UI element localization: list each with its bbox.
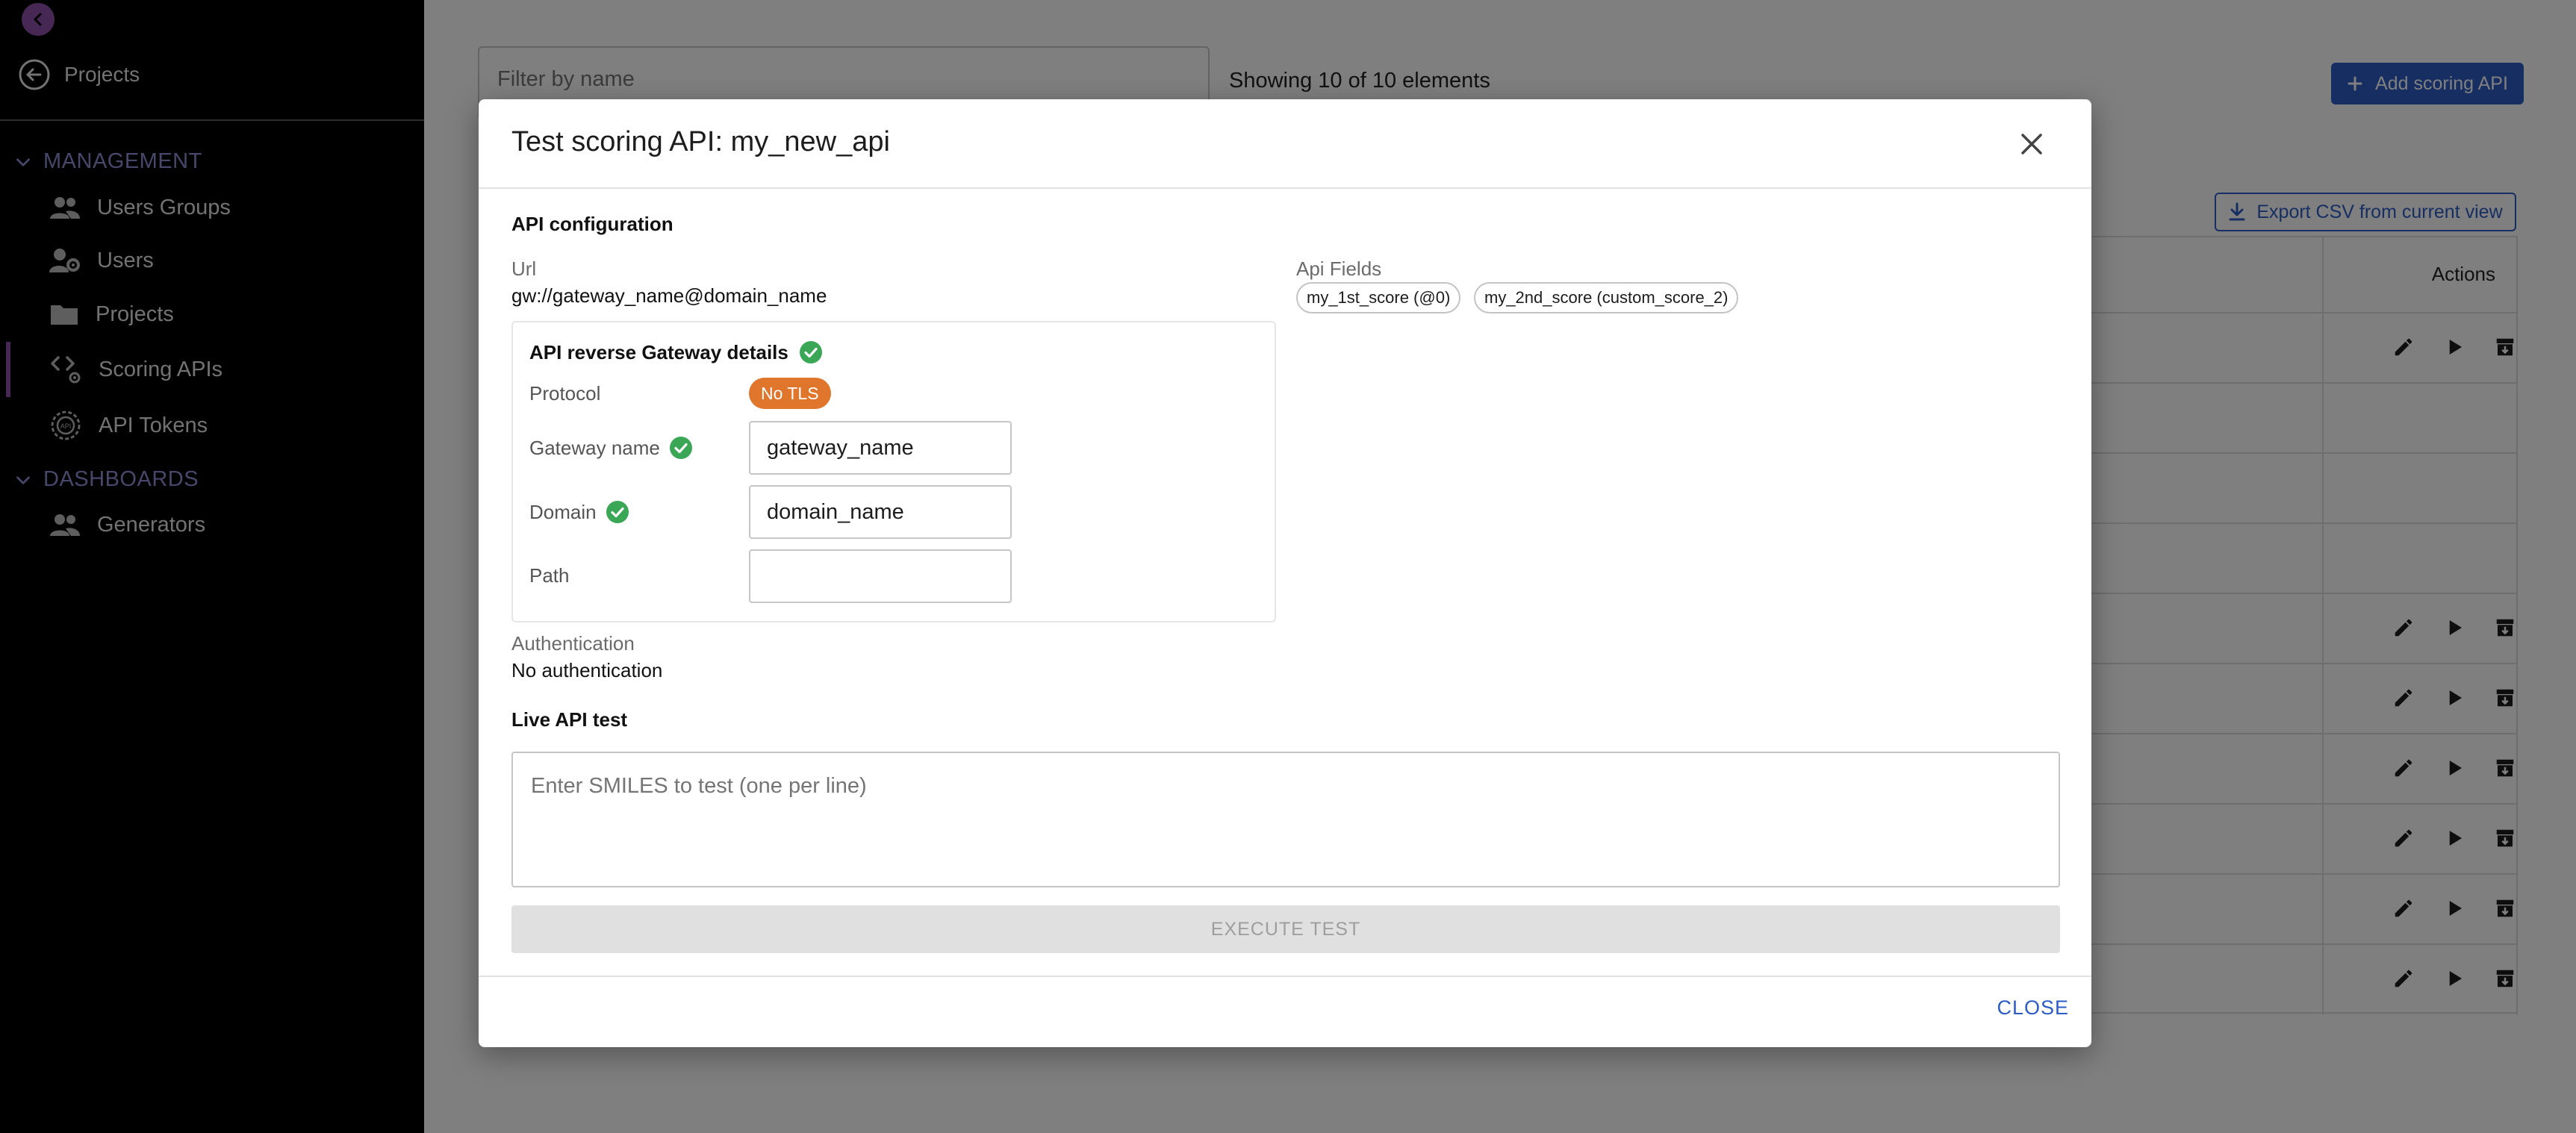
dialog-title: Test scoring API: my_new_api: [511, 126, 890, 157]
domain-label-text: Domain: [529, 500, 597, 523]
url-value: gw://gateway_name@domain_name: [511, 284, 827, 307]
domain-value: domain_name: [767, 499, 904, 524]
gateway-name-value: gateway_name: [767, 435, 914, 460]
close-icon[interactable]: [2015, 128, 2048, 160]
gateway-name-label-text: Gateway name: [529, 436, 660, 459]
path-label-text: Path: [529, 564, 570, 587]
authentication-label: Authentication: [511, 632, 635, 655]
url-label: Url: [511, 258, 537, 280]
execute-test-button[interactable]: EXECUTE TEST: [511, 905, 2060, 953]
gateway-name-label: Gateway name: [529, 436, 693, 460]
api-field-chip: my_1st_score (@0): [1296, 282, 1461, 313]
authentication-value: No authentication: [511, 659, 663, 681]
gateway-title-text: API reverse Gateway details: [529, 340, 788, 363]
gateway-name-input[interactable]: gateway_name: [749, 421, 1012, 475]
check-circle-icon: [799, 341, 822, 363]
domain-label: Domain: [529, 500, 629, 524]
check-circle-icon: [606, 501, 629, 523]
live-api-test-heading: Live API test: [511, 708, 628, 731]
gateway-details-panel: API reverse Gateway details Protocol No …: [511, 321, 1276, 622]
protocol-label: Protocol: [529, 382, 600, 405]
close-button[interactable]: CLOSE: [1997, 996, 2069, 1020]
dialog-header: Test scoring API: my_new_api: [479, 99, 2091, 189]
no-tls-badge: No TLS: [749, 378, 831, 409]
smiles-input[interactable]: [511, 752, 2060, 887]
path-label: Path: [529, 564, 570, 587]
api-configuration-heading: API configuration: [511, 213, 673, 235]
check-circle-icon: [669, 437, 692, 459]
path-input[interactable]: [749, 549, 1012, 603]
api-field-chip: my_2nd_score (custom_score_2): [1474, 282, 1739, 313]
gateway-details-title: API reverse Gateway details: [529, 340, 823, 364]
test-scoring-api-dialog: Test scoring API: my_new_api API configu…: [479, 99, 2091, 1047]
protocol-label-text: Protocol: [529, 382, 601, 405]
domain-input[interactable]: domain_name: [749, 485, 1012, 539]
api-fields-label: Api Fields: [1296, 258, 1382, 280]
dialog-footer-divider: [479, 976, 2091, 977]
